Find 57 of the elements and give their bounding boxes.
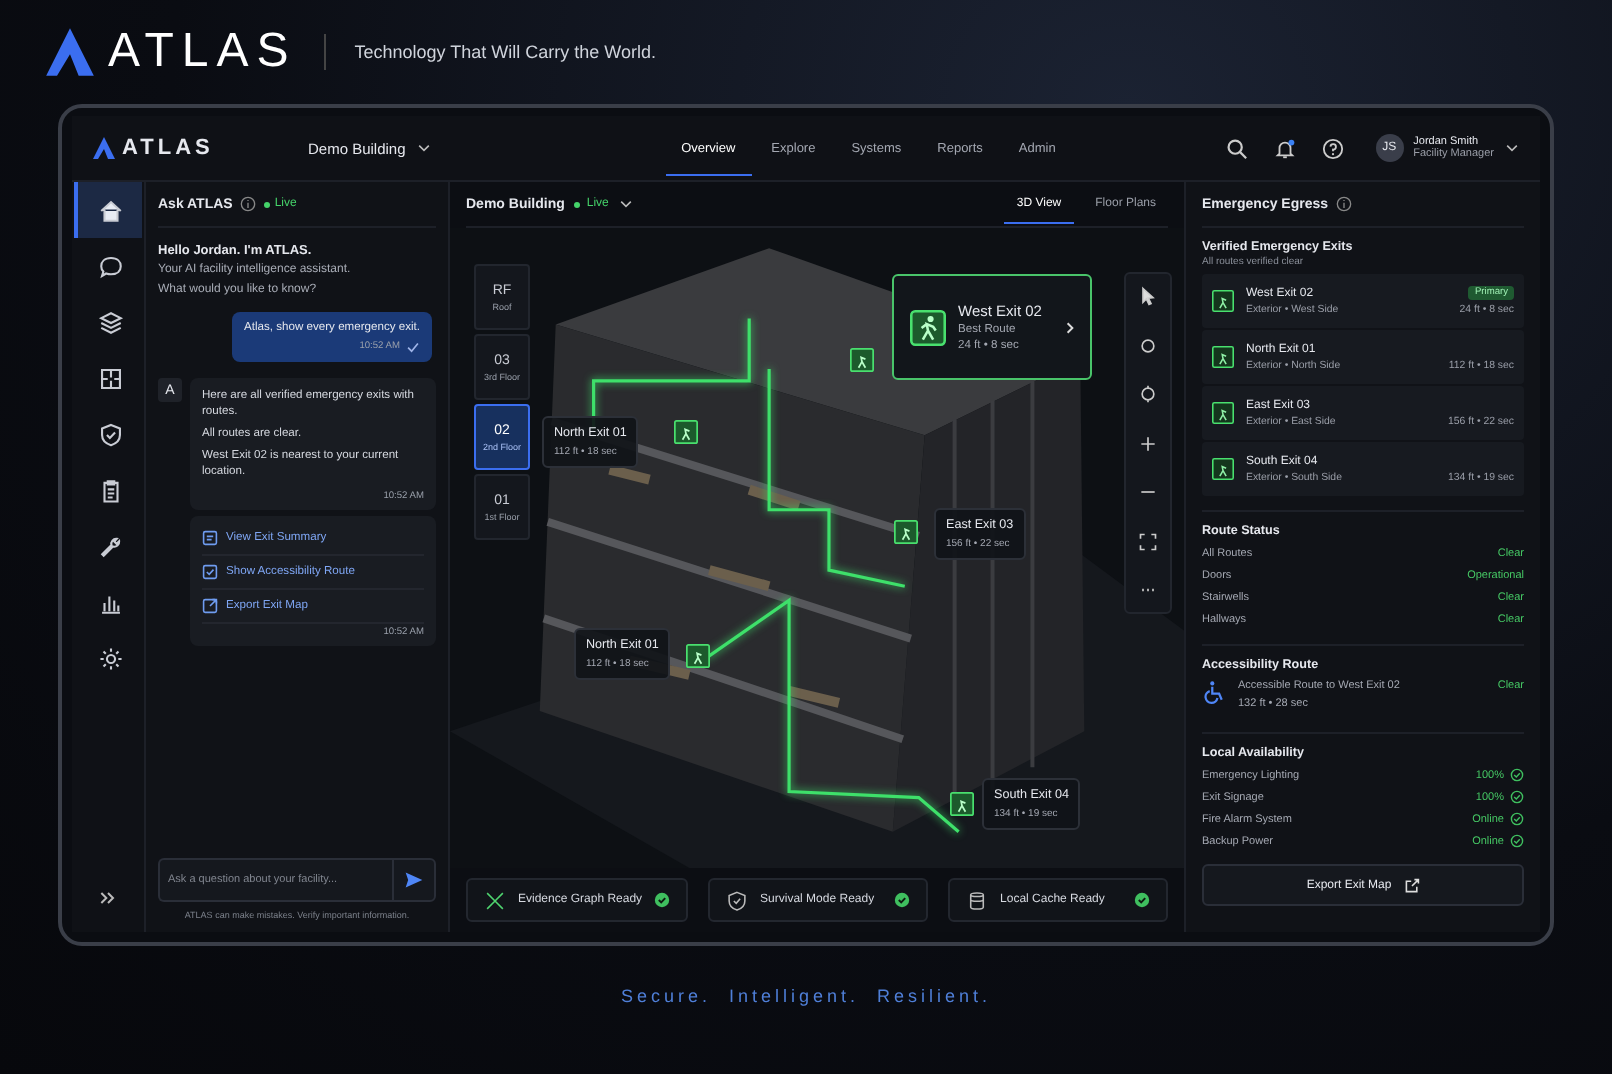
search-icon[interactable] — [1225, 137, 1248, 159]
check-circle-icon — [1510, 834, 1524, 848]
expand-icon[interactable] — [98, 888, 118, 908]
check-circle-icon — [894, 892, 911, 908]
zoom-in-icon[interactable] — [1138, 433, 1158, 453]
exit-sign-icon — [674, 420, 698, 444]
external-link-icon — [1403, 877, 1420, 893]
live-dot — [264, 201, 271, 207]
rail-button[interactable] — [74, 182, 142, 238]
exit-sign-icon — [850, 348, 874, 372]
chevron-right-icon — [1062, 319, 1078, 335]
external-link-icon — [202, 597, 218, 614]
info-icon[interactable] — [240, 196, 257, 212]
chevron-down-icon[interactable] — [1504, 140, 1520, 156]
check-circle-icon — [1510, 768, 1524, 782]
chevron-down-icon — [415, 140, 432, 156]
shield-check-icon — [97, 421, 123, 447]
cursor-icon[interactable] — [1138, 286, 1158, 306]
tagline: Technology That Will Carry the World. — [354, 42, 656, 62]
wrench-icon — [97, 533, 123, 559]
exit-sign-icon — [686, 644, 710, 668]
shield-check-icon — [726, 889, 749, 911]
exit-sign-icon — [1212, 346, 1234, 368]
footer-tagline: Secure. Intelligent. Resilient. — [620, 986, 992, 1006]
help-icon[interactable] — [1321, 137, 1344, 159]
exit-sign-icon — [1212, 458, 1234, 480]
document-icon — [202, 529, 218, 546]
logo-icon — [44, 26, 96, 78]
fullscreen-icon[interactable] — [1138, 531, 1158, 551]
clipboard-icon — [97, 477, 123, 503]
send-icon — [404, 870, 424, 890]
live-dot — [574, 201, 581, 207]
exit-sign-icon — [910, 309, 946, 345]
logo-wordmark: ATLAS — [108, 24, 297, 80]
info-icon[interactable] — [1336, 196, 1353, 212]
app-logo: ATLAS — [122, 136, 214, 160]
wheelchair-icon — [1202, 680, 1226, 704]
check-circle-icon — [1510, 790, 1524, 804]
exit-sign-icon — [894, 520, 918, 544]
database-icon — [966, 889, 989, 911]
notification-bell-icon[interactable] — [1273, 137, 1296, 159]
chevron-down-icon[interactable] — [618, 196, 635, 212]
checkbox-icon — [202, 563, 218, 580]
check-icon — [406, 340, 420, 354]
chat-icon — [97, 253, 123, 279]
target-icon[interactable] — [1138, 384, 1158, 404]
send-button[interactable] — [392, 858, 436, 902]
layers-icon — [97, 309, 123, 335]
floor-plan-icon — [97, 365, 123, 391]
exit-sign-icon — [1212, 402, 1234, 424]
exit-sign-icon — [1212, 290, 1234, 312]
logo-icon — [92, 136, 116, 160]
check-circle-icon — [654, 892, 671, 908]
check-circle-icon — [1510, 812, 1524, 826]
home-icon — [97, 197, 123, 223]
exit-sign-icon — [950, 792, 974, 816]
check-circle-icon — [1134, 892, 1151, 908]
